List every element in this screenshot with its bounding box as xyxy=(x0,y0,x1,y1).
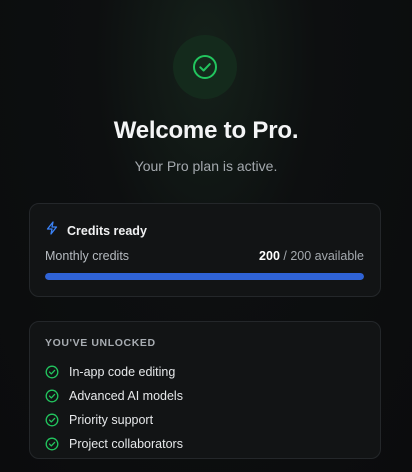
credits-used-value: 200 xyxy=(259,249,280,263)
list-item: Advanced AI models xyxy=(45,384,183,408)
monthly-credits-label: Monthly credits xyxy=(45,249,130,263)
credits-header: Credits ready xyxy=(45,221,147,240)
page-title: Welcome to Pro. xyxy=(113,117,299,144)
feature-list: In-app code editing Advanced AI models P… xyxy=(45,360,183,456)
lightning-icon xyxy=(45,221,59,240)
unlocked-card: YOU'VE UNLOCKED In-app code editing Adva… xyxy=(29,321,381,459)
credits-progress-bar xyxy=(45,273,364,280)
check-circle-icon xyxy=(45,413,59,427)
list-item: Project collaborators xyxy=(45,432,183,456)
credits-progress-fill xyxy=(45,273,364,280)
check-circle-icon xyxy=(45,389,59,403)
feature-label: Priority support xyxy=(69,413,154,427)
list-item: In-app code editing xyxy=(45,360,183,384)
unlocked-heading: YOU'VE UNLOCKED xyxy=(45,337,156,349)
check-circle-icon xyxy=(45,437,59,451)
feature-label: Advanced AI models xyxy=(69,389,183,403)
page-subtitle: Your Pro plan is active. xyxy=(134,158,278,174)
feature-label: Project collaborators xyxy=(69,437,183,451)
success-badge xyxy=(173,35,237,99)
list-item: Priority support xyxy=(45,408,183,432)
check-circle-icon xyxy=(45,365,59,379)
credits-card: Credits ready Monthly credits 200 / 200 … xyxy=(29,203,381,297)
credits-total-value: 200 available xyxy=(290,249,364,263)
credits-row: Monthly credits 200 / 200 available xyxy=(45,249,364,263)
feature-label: In-app code editing xyxy=(69,365,176,379)
credits-separator: / xyxy=(279,249,291,263)
check-circle-icon xyxy=(192,54,218,80)
credits-heading: Credits ready xyxy=(67,223,147,238)
credits-amount: 200 / 200 available xyxy=(259,249,364,263)
